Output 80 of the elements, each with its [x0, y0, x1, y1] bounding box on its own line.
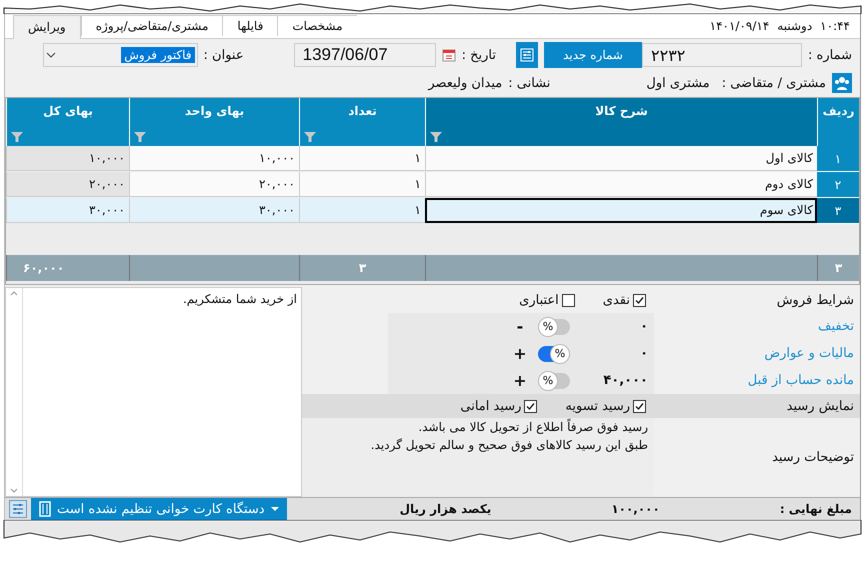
option-label: نقدی: [602, 292, 630, 308]
receipt-notes-label: توضیحات رسید: [772, 450, 854, 465]
table-cell: ۳۰,۰۰۰: [6, 198, 129, 223]
date-label: تاریخ :: [462, 48, 496, 62]
sign-button[interactable]: +: [510, 344, 530, 363]
table-cell: کالای سوم: [425, 198, 817, 223]
card-reader-icon: [39, 501, 51, 517]
table-cell: ۱: [299, 198, 425, 223]
total-cell: ۳: [299, 255, 425, 281]
sliders-icon: [520, 48, 534, 62]
adjustment-value: ۴۰,۰۰۰: [602, 373, 649, 388]
settings-button[interactable]: [516, 42, 538, 68]
adjustment-value: ۰: [639, 319, 649, 334]
percent-toggle[interactable]: %: [538, 372, 570, 388]
number-field[interactable]: ۲۲۳۲: [642, 43, 802, 67]
table-cell: ۲۰,۰۰۰: [6, 172, 129, 197]
tab[interactable]: مشخصات: [277, 15, 357, 36]
final-amount: ۱۰۰,۰۰۰: [611, 502, 660, 516]
customer-label: مشتری / متقاضی :: [722, 76, 826, 90]
total-cell: ۶۰,۰۰۰: [6, 255, 129, 281]
current-date: ۱۴۰۱/۰۹/۱۴: [710, 19, 770, 33]
table-cell: ۲۰,۰۰۰: [129, 172, 299, 197]
chevron-down-icon: [46, 51, 56, 59]
filter-icon[interactable]: [134, 132, 146, 142]
row-number[interactable]: ۳: [817, 198, 859, 224]
number-label: شماره :: [808, 48, 852, 62]
title-dropdown[interactable]: فاکتور فروش: [42, 43, 198, 67]
new-number-button[interactable]: شماره جدید: [544, 42, 642, 68]
final-amount-label: مبلغ نهایی :: [780, 502, 852, 516]
filter-icon[interactable]: [11, 132, 23, 142]
column-header[interactable]: شرح کالا: [425, 98, 817, 146]
table-cell: ۱۰,۰۰۰: [129, 146, 299, 171]
people-icon[interactable]: [832, 73, 852, 93]
table-cell: ۳۰,۰۰۰: [129, 198, 299, 223]
table-cell: ۱: [299, 146, 425, 171]
receipt-label: نمایش رسید: [786, 398, 854, 414]
amount-in-words: یکصد هزار ریال: [400, 502, 492, 516]
address-label: نشانی :: [508, 76, 550, 90]
caret-icon: [270, 506, 279, 512]
calendar-icon[interactable]: [442, 48, 456, 62]
table-cell: کالای دوم: [425, 172, 817, 197]
scroll-up-icon[interactable]: [10, 291, 18, 296]
option-label: رسید امانی: [460, 398, 522, 414]
date-field[interactable]: 1397/06/07: [294, 43, 436, 67]
tab[interactable]: ویرایش: [13, 15, 81, 39]
settings-icon[interactable]: [9, 500, 27, 518]
clock-time: ۱۰:۴۴: [820, 19, 850, 33]
column-header[interactable]: بهای کل: [6, 98, 129, 146]
sign-button[interactable]: -: [510, 317, 530, 336]
checkbox[interactable]: [524, 400, 538, 412]
customer-name: مشتری اول: [646, 76, 710, 90]
filter-icon[interactable]: [430, 132, 442, 142]
checkbox[interactable]: [562, 294, 575, 306]
scroll-down-icon[interactable]: [10, 488, 18, 493]
card-reader-dropdown[interactable]: دستگاه کارت خوانی تنظیم نشده است: [31, 498, 287, 520]
sale-terms-label: شرایط فروش: [776, 292, 854, 308]
option-label: رسید تسویه: [565, 398, 630, 414]
notes-field[interactable]: از خرید شما متشکریم.: [5, 287, 302, 497]
option-label: اعتباری: [519, 292, 559, 308]
adjustment-value: ۰: [639, 346, 649, 361]
row-number[interactable]: ۱: [817, 146, 859, 172]
column-header[interactable]: تعداد: [299, 98, 425, 146]
filter-icon[interactable]: [304, 132, 316, 142]
weekday-label: دوشنبه: [777, 19, 812, 33]
address-value: میدان ولیعصر: [428, 76, 502, 90]
tab[interactable]: مشتری/متقاضی/پروژه: [80, 15, 222, 36]
checkbox[interactable]: [633, 294, 646, 306]
row-number[interactable]: ۲: [817, 172, 859, 198]
table-cell: کالای اول: [425, 146, 817, 171]
column-header[interactable]: ردیف: [817, 98, 859, 146]
tab[interactable]: فایلها: [222, 15, 278, 36]
percent-toggle[interactable]: %: [538, 318, 570, 334]
percent-toggle[interactable]: %: [538, 346, 570, 362]
checkbox[interactable]: [633, 400, 646, 412]
column-header[interactable]: بهای واحد: [129, 98, 299, 146]
title-label: عنوان :: [204, 48, 244, 62]
table-cell: ۱۰,۰۰۰: [6, 146, 129, 171]
total-cell: ۳: [817, 255, 859, 281]
table-cell: ۱: [299, 172, 425, 197]
sign-button[interactable]: +: [510, 371, 530, 390]
